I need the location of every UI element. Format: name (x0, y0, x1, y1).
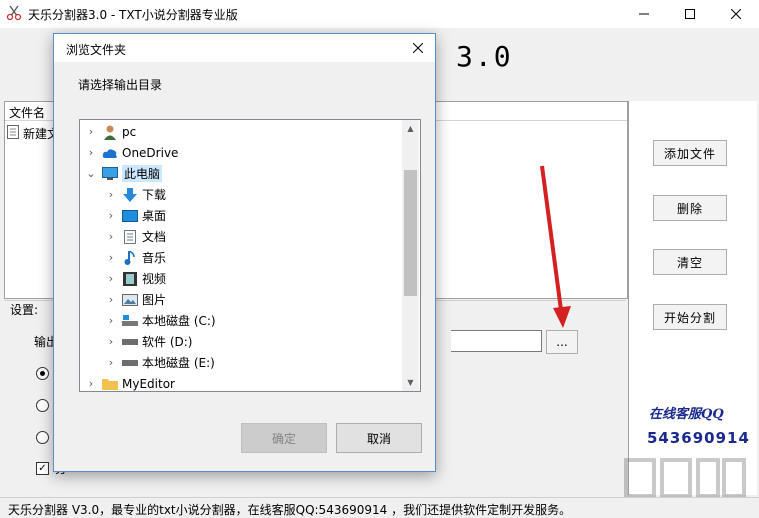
drive-icon (122, 334, 138, 350)
chevron-right-icon[interactable]: › (104, 335, 118, 348)
tree-item-label: 文档 (142, 230, 167, 244)
scissors-icon (6, 5, 22, 21)
chevron-right-icon[interactable]: › (104, 251, 118, 264)
tree-item-label: 此电脑 (122, 165, 163, 182)
settings-label: 设置: (10, 303, 39, 317)
tree-item-label: 本地磁盘 (C:) (142, 314, 216, 328)
chevron-right-icon[interactable]: › (104, 209, 118, 222)
tree-item-documents[interactable]: › 文档 (80, 226, 400, 247)
tree-item-label: 桌面 (142, 209, 167, 223)
tree-item-label: 本地磁盘 (E:) (142, 356, 215, 370)
music-icon (122, 250, 138, 266)
output-dir-field[interactable] (451, 330, 542, 352)
chevron-right-icon[interactable]: › (84, 146, 98, 159)
dialog-title: 浏览文件夹 (66, 43, 127, 57)
ok-button[interactable]: 确定 (241, 423, 327, 453)
user-icon (102, 124, 118, 140)
picture-icon (122, 292, 138, 308)
radio[interactable] (36, 399, 49, 412)
chevron-right-icon[interactable]: › (104, 293, 118, 306)
document-icon (122, 229, 138, 245)
folder-icon (102, 376, 118, 392)
chevron-right-icon[interactable]: › (104, 272, 118, 285)
tree-item-label: 下载 (142, 188, 167, 202)
chevron-right-icon[interactable]: › (104, 230, 118, 243)
drive-c-icon (122, 313, 138, 329)
chevron-right-icon[interactable]: › (84, 377, 98, 390)
close-button[interactable] (713, 0, 759, 28)
action-panel: 添加文件 删除 清空 开始分割 在线客服QQ 543690914 (628, 101, 757, 495)
drive-icon (122, 355, 138, 371)
tree-item-label: OneDrive (122, 145, 179, 160)
tree-item-drive-d[interactable]: › 软件 (D:) (80, 331, 400, 352)
tree-item-drive-c[interactable]: › 本地磁盘 (C:) (80, 310, 400, 331)
dialog-prompt: 请选择输出目录 (78, 78, 163, 92)
scroll-thumb[interactable] (404, 170, 417, 296)
minimize-button[interactable] (621, 0, 667, 28)
tree-item-downloads[interactable]: › 下载 (80, 184, 400, 205)
tree-item-this-pc[interactable]: ⌄ 此电脑 (80, 163, 400, 184)
scroll-down-icon[interactable]: ▼ (402, 374, 419, 391)
cloud-icon (102, 145, 118, 161)
tree-item-drive-e[interactable]: › 本地磁盘 (E:) (80, 352, 400, 373)
tree-item-onedrive[interactable]: › OneDrive (80, 142, 400, 163)
support-number: 543690914 (647, 429, 750, 447)
checkbox-checked[interactable]: ✓ (36, 462, 49, 475)
dialog-title-bar: 浏览文件夹 (54, 34, 435, 62)
radio[interactable] (36, 431, 49, 444)
chevron-right-icon[interactable]: › (104, 188, 118, 201)
red-arrow-icon (540, 165, 571, 328)
chevron-right-icon[interactable]: › (104, 314, 118, 327)
title-bar: 天乐分割器3.0 - TXT小说分割器专业版 (0, 0, 759, 28)
scroll-up-icon[interactable]: ▲ (402, 120, 419, 137)
browse-button[interactable]: ... (546, 330, 578, 354)
clear-button[interactable]: 清空 (653, 249, 727, 275)
desktop-icon (122, 208, 138, 224)
tree-item-music[interactable]: › 音乐 (80, 247, 400, 268)
cancel-button[interactable]: 取消 (336, 423, 422, 453)
maximize-button[interactable] (667, 0, 713, 28)
tree-item-label: 视频 (142, 272, 167, 286)
chevron-right-icon[interactable]: › (84, 125, 98, 138)
add-file-button[interactable]: 添加文件 (653, 140, 727, 166)
window-title: 天乐分割器3.0 - TXT小说分割器专业版 (28, 8, 238, 22)
version-heading: 3.0 (456, 40, 513, 73)
tree-item-label: pc (122, 124, 137, 139)
video-icon (122, 271, 138, 287)
chevron-down-icon[interactable]: ⌄ (84, 167, 98, 180)
computer-icon (102, 166, 118, 182)
close-icon (413, 43, 423, 53)
support-title: 在线客服QQ (649, 407, 724, 422)
delete-button[interactable]: 删除 (653, 195, 727, 221)
tree-scrollbar[interactable]: ▲ ▼ (402, 120, 419, 391)
tree-item-myeditor[interactable]: › MyEditor (80, 373, 400, 392)
tree-item-label: 图片 (142, 293, 167, 307)
tree-item-label: MyEditor (122, 376, 175, 391)
tree-item-desktop[interactable]: › 桌面 (80, 205, 400, 226)
dialog-close-button[interactable] (406, 38, 430, 58)
column-filename[interactable]: 文件名 (9, 104, 45, 121)
tree-item-pictures[interactable]: › 图片 (80, 289, 400, 310)
start-split-button[interactable]: 开始分割 (653, 304, 727, 330)
tree-item-pc[interactable]: › pc (80, 121, 400, 142)
status-bar: 天乐分割器 V3.0，最专业的txt小说分割器，在线客服QQ:543690914… (0, 497, 759, 518)
tree-item-videos[interactable]: › 视频 (80, 268, 400, 289)
browse-folder-dialog: 浏览文件夹 请选择输出目录 › pc › OneDrive ⌄ 此电脑 › 下载… (53, 33, 436, 472)
tree-item-label: 软件 (D:) (142, 335, 193, 349)
folder-tree[interactable]: › pc › OneDrive ⌄ 此电脑 › 下载 › 桌面 › 文档 › 音… (79, 119, 421, 392)
tree-item-label: 音乐 (142, 251, 167, 265)
radio-selected[interactable] (36, 367, 49, 380)
download-icon (122, 187, 138, 203)
chevron-right-icon[interactable]: › (104, 356, 118, 369)
status-text: 天乐分割器 V3.0，最专业的txt小说分割器，在线客服QQ:543690914… (8, 503, 572, 517)
text-file-icon (7, 124, 19, 142)
